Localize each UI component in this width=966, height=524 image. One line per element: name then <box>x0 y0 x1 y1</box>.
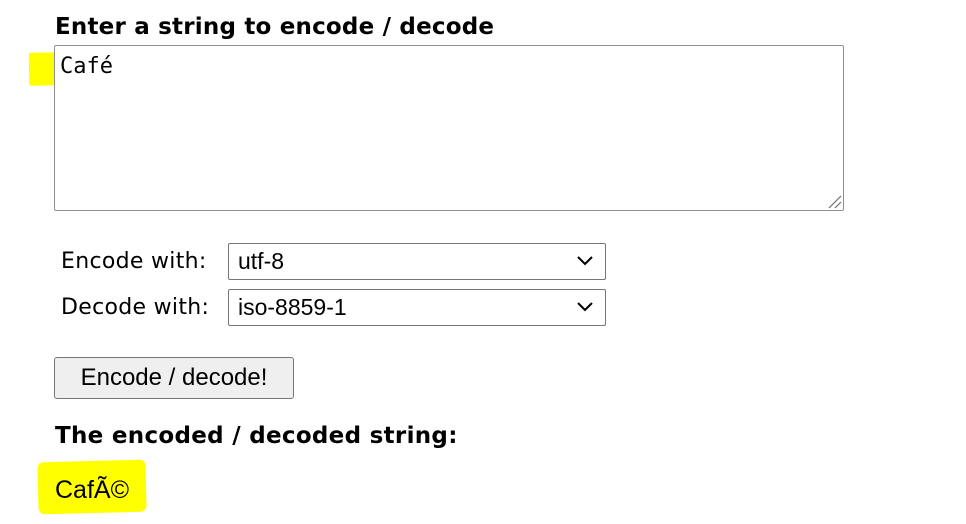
decode-select-value: iso-8859-1 <box>238 294 347 320</box>
encode-select[interactable]: utf-8 <box>228 243 606 280</box>
decode-label: Decode with: <box>61 295 210 320</box>
input-heading: Enter a string to encode / decode <box>55 14 495 40</box>
chevron-down-icon <box>577 256 593 266</box>
chevron-down-icon <box>577 302 593 312</box>
result-value: CafÃ© <box>55 476 129 504</box>
encode-decode-button[interactable]: Encode / decode! <box>54 357 294 399</box>
encode-decode-page: Enter a string to encode / decode Café E… <box>0 0 966 524</box>
result-heading: The encoded / decoded string: <box>55 423 458 449</box>
decode-select[interactable]: iso-8859-1 <box>228 289 606 326</box>
string-textarea[interactable] <box>54 45 844 211</box>
resize-grip-icon[interactable] <box>826 193 842 209</box>
encode-select-value: utf-8 <box>238 248 285 274</box>
textarea-value: Café <box>60 54 113 79</box>
encode-label: Encode with: <box>61 249 207 274</box>
